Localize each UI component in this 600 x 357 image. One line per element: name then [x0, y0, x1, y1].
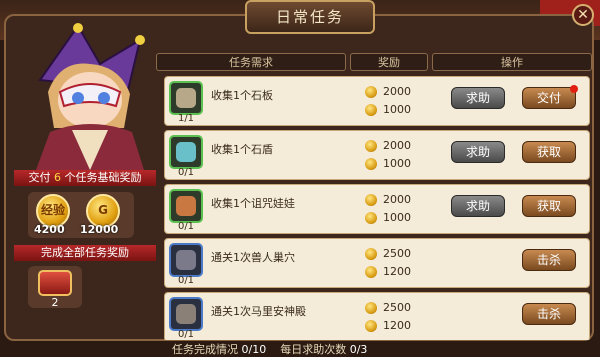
gold-amount: 1000	[383, 103, 411, 116]
exp-reward: 2000	[365, 85, 411, 98]
gold-coin-icon	[365, 212, 377, 224]
task-item-icon[interactable]	[169, 243, 203, 277]
exp-reward: 2500	[365, 301, 411, 314]
task-row: 1/1 收集1个石板 2000 1000 求助 交付	[164, 76, 590, 126]
daily-task-panel: 交付 6 个任务基础奖励 经验 4200 G 12000 完成全部任务奖励 2 …	[4, 14, 594, 356]
exp-amount: 2000	[383, 85, 411, 98]
help-button[interactable]: 求助	[451, 141, 505, 163]
task-progress: 0/1	[177, 167, 195, 178]
gold-coin-icon	[365, 104, 377, 116]
chest-reward-box[interactable]: 2	[28, 266, 82, 309]
gold-coin-icon	[365, 320, 377, 332]
all-complete-banner: 完成全部任务奖励	[14, 245, 156, 261]
exp-reward-amount: 4200	[34, 223, 65, 236]
column-task: 任务需求	[156, 53, 346, 71]
help-button[interactable]: 求助	[451, 87, 505, 109]
task-row: 0/1 通关1次马里安神殿 2500 1200 击杀	[164, 292, 590, 340]
gold-reward: 1000	[365, 157, 411, 170]
task-action-button[interactable]: 获取	[522, 195, 576, 217]
exp-amount: 2500	[383, 247, 411, 260]
page-title: 日常任务	[245, 0, 375, 34]
task-progress: 1/1	[177, 113, 195, 124]
base-reward-box: 经验 4200 G 12000	[28, 192, 134, 238]
task-action-label: 击杀	[536, 253, 561, 267]
exp-reward: 2500	[365, 247, 411, 260]
exp-reward: 2000	[365, 193, 411, 206]
exp-amount: 2000	[383, 139, 411, 152]
hero-portrait	[36, 23, 145, 170]
task-action-label: 获取	[536, 199, 561, 213]
help-count-value: 0/3	[349, 343, 368, 356]
gold-reward: 1200	[365, 265, 411, 278]
complete-value: 0/10	[241, 343, 267, 356]
task-name: 通关1次兽人巢穴	[211, 251, 295, 264]
task-action-label: 击杀	[536, 307, 561, 321]
daily-reward-count: 6	[54, 171, 61, 184]
exp-coin-icon	[365, 86, 377, 98]
exp-coin-icon	[365, 140, 377, 152]
task-progress: 0/1	[177, 221, 195, 232]
task-name: 收集1个诅咒娃娃	[211, 197, 295, 210]
task-row: 0/1 收集1个石盾 2000 1000 求助 获取	[164, 130, 590, 180]
task-name: 通关1次马里安神殿	[211, 305, 306, 318]
task-action-button[interactable]: 交付	[522, 85, 578, 109]
help-button[interactable]: 求助	[451, 195, 505, 217]
gold-amount: 1000	[383, 211, 411, 224]
gold-reward-amount: 12000	[80, 223, 119, 236]
gold-coin-icon	[365, 158, 377, 170]
treasure-chest-icon	[38, 270, 72, 296]
daily-reward-banner: 交付 6 个任务基础奖励	[14, 170, 156, 186]
column-reward: 奖励	[350, 53, 428, 71]
exp-amount: 2500	[383, 301, 411, 314]
task-action-button[interactable]: 获取	[522, 141, 576, 163]
item-shape	[176, 304, 196, 324]
item-shape	[176, 142, 196, 162]
gold-reward: 1000	[365, 211, 411, 224]
gold-amount: 1200	[383, 319, 411, 332]
item-shape	[176, 88, 196, 108]
gold-amount: 1200	[383, 265, 411, 278]
task-action-label: 交付	[536, 91, 561, 105]
task-item-icon[interactable]	[169, 135, 203, 169]
item-shape	[176, 196, 196, 216]
item-shape	[176, 250, 196, 270]
daily-reward-suffix: 个任务基础奖励	[64, 171, 142, 184]
exp-reward: 2000	[365, 139, 411, 152]
help-count-label: 每日求助次数	[280, 343, 347, 356]
task-item-icon[interactable]	[169, 189, 203, 223]
task-item-icon[interactable]	[169, 81, 203, 115]
task-name: 收集1个石板	[211, 89, 273, 102]
task-name: 收集1个石盾	[211, 143, 273, 156]
exp-coin-icon	[365, 248, 377, 260]
exp-amount: 2000	[383, 193, 411, 206]
chest-count: 2	[51, 296, 59, 309]
gold-reward: 1200	[365, 319, 411, 332]
task-progress: 0/1	[177, 275, 195, 286]
gold-reward: 1000	[365, 103, 411, 116]
task-row: 0/1 收集1个诅咒娃娃 2000 1000 求助 获取	[164, 184, 590, 234]
gold-coin-icon	[365, 266, 377, 278]
exp-coin-icon	[365, 302, 377, 314]
exp-coin-icon	[365, 194, 377, 206]
notification-dot	[570, 85, 578, 93]
task-row: 0/1 通关1次兽人巢穴 2500 1200 击杀	[164, 238, 590, 288]
task-action-button[interactable]: 击杀	[522, 303, 576, 325]
task-action-label: 获取	[536, 145, 561, 159]
task-footer: 任务完成情况 0/10 每日求助次数 0/3	[172, 341, 367, 357]
task-item-icon[interactable]	[169, 297, 203, 331]
column-action: 操作	[432, 53, 592, 71]
close-button[interactable]: ✕	[572, 4, 594, 26]
task-list[interactable]: 1/1 收集1个石板 2000 1000 求助 交付 0/1 收集1个石盾 2000 1000 求助…	[160, 76, 592, 340]
daily-reward-prefix: 交付	[28, 171, 51, 184]
task-action-button[interactable]: 击杀	[522, 249, 576, 271]
complete-label: 任务完成情况	[172, 343, 238, 356]
task-progress: 0/1	[177, 329, 195, 340]
gold-amount: 1000	[383, 157, 411, 170]
